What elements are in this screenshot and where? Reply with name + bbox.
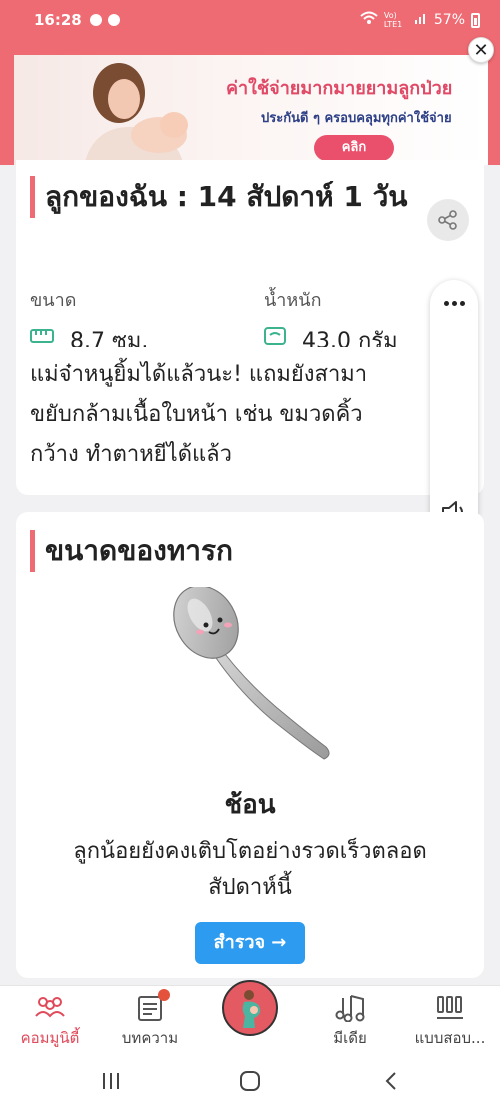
ad-title: ค่าใช้จ่ายมากมายยามลูกป่วย [226, 78, 453, 99]
nav-label: คอมมูนิตี้ [20, 1029, 80, 1047]
size-comparison-description: ลูกน้อยยังคงเติบโตอย่างรวดเร็วตลอด สัปดา… [30, 834, 470, 906]
system-navigation-bar [0, 1050, 500, 1111]
nav-item-articles[interactable]: บทความ [100, 986, 200, 1051]
size-comparison-name: ช้อน [224, 790, 276, 820]
battery-level: 57% [433, 12, 465, 28]
wifi-icon [360, 11, 378, 29]
back-icon[interactable] [380, 1070, 402, 1092]
ad-subtitle: ประกันดี ๆ ครอบคลุมทุกค่าใช้จ่าย [261, 111, 452, 126]
metrics-row: 8.7 ซม. 43.0 กรัม [30, 325, 430, 347]
weight-value: 43.0 กรัม [302, 329, 398, 347]
more-options-button[interactable] [430, 288, 478, 318]
bottom-navigation: คอมมูนิตี้ บทความ มีเดีย แบบสอบ... [0, 980, 500, 1051]
carrier-label: Vo) LTE1 [383, 11, 403, 29]
share-button[interactable] [427, 199, 469, 241]
status-right: Vo) LTE1 57% [360, 11, 480, 29]
ad-click-button[interactable]: คลิก [314, 135, 394, 161]
baby-description: แม่จ๋าหนูยิ้มได้แล้วนะ! แถมยังสามา ขยับก… [30, 355, 450, 475]
baby-size-title: ขนาดของทารก [30, 530, 233, 572]
recent-apps-icon[interactable] [100, 1070, 122, 1092]
baby-description-line: ขยับกล้ามเนื้อใบหน้า เช่น ขมวดคิ้ว [30, 402, 363, 427]
nav-item-community[interactable]: คอมมูนิตี้ [0, 986, 100, 1051]
ad-mother-baby-image [84, 63, 188, 165]
nav-label: บทความ [121, 1029, 179, 1047]
status-time: 16:28 [34, 11, 82, 29]
spoon-illustration [173, 587, 330, 760]
size-description-line: สัปดาห์นี้ [208, 875, 292, 900]
baby-size-title-text: ขนาดของทารก [45, 534, 233, 567]
nav-item-quiz[interactable]: แบบสอบ... [400, 986, 500, 1051]
size-label: ขนาด [30, 290, 77, 311]
baby-progress-card: ลูกของฉัน : 14 สัปดาห์ 1 วัน ขนาด น้ำหนั… [16, 160, 484, 495]
weight-label: น้ำหนัก [264, 290, 322, 311]
more-dot [459, 300, 465, 306]
battery-icon [471, 12, 480, 28]
scale-icon [264, 327, 286, 345]
size-value: 8.7 ซม. [70, 329, 149, 347]
baby-week-title: ลูกของฉัน : 14 สัปดาห์ 1 วัน [30, 176, 410, 218]
ad-banner[interactable]: ค่าใช้จ่ายมากมายยามลูกป่วย ประกันดี ๆ คร… [14, 55, 488, 165]
nav-item-pregnancy[interactable] [222, 980, 278, 1036]
close-icon: ✕ [473, 39, 489, 61]
facebook-icon [89, 14, 102, 26]
baby-description-line: กว้าง ทำตาหยีได้แล้ว [30, 442, 233, 467]
music-icon [335, 995, 365, 1022]
status-bar: 16:28 Vo) LTE1 57% [0, 0, 500, 40]
more-dot [451, 300, 457, 306]
pregnancy-icon [242, 990, 261, 1028]
notification-badge [158, 989, 170, 1001]
nav-item-media[interactable]: มีเดีย [300, 986, 400, 1051]
quiz-icon [437, 996, 463, 1019]
notification-icons [89, 14, 120, 26]
baby-week-title-text: ลูกของฉัน : 14 สัปดาห์ 1 วัน [45, 180, 408, 213]
app-notification-icon [107, 14, 120, 26]
ruler-icon [30, 329, 54, 343]
share-icon [438, 210, 457, 230]
baby-size-card: ขนาดของทารก ช้อน ลูกน้อยยังคงเติบโตอย่าง… [16, 512, 484, 978]
more-dot [443, 300, 449, 306]
nav-label: แบบสอบ... [414, 1029, 486, 1047]
floating-action-pill [430, 280, 478, 535]
home-icon[interactable] [239, 1070, 261, 1092]
community-icon [35, 997, 65, 1018]
nav-label: มีเดีย [333, 1029, 367, 1047]
explore-button[interactable]: สำรวจ → [195, 922, 305, 964]
size-description-line: ลูกน้อยยังคงเติบโตอย่างรวดเร็วตลอด [73, 839, 427, 864]
ad-close-button[interactable]: ✕ [468, 37, 494, 63]
baby-description-line: แม่จ๋าหนูยิ้มได้แล้วนะ! แถมยังสามา [30, 362, 368, 387]
signal-icon [414, 11, 428, 29]
